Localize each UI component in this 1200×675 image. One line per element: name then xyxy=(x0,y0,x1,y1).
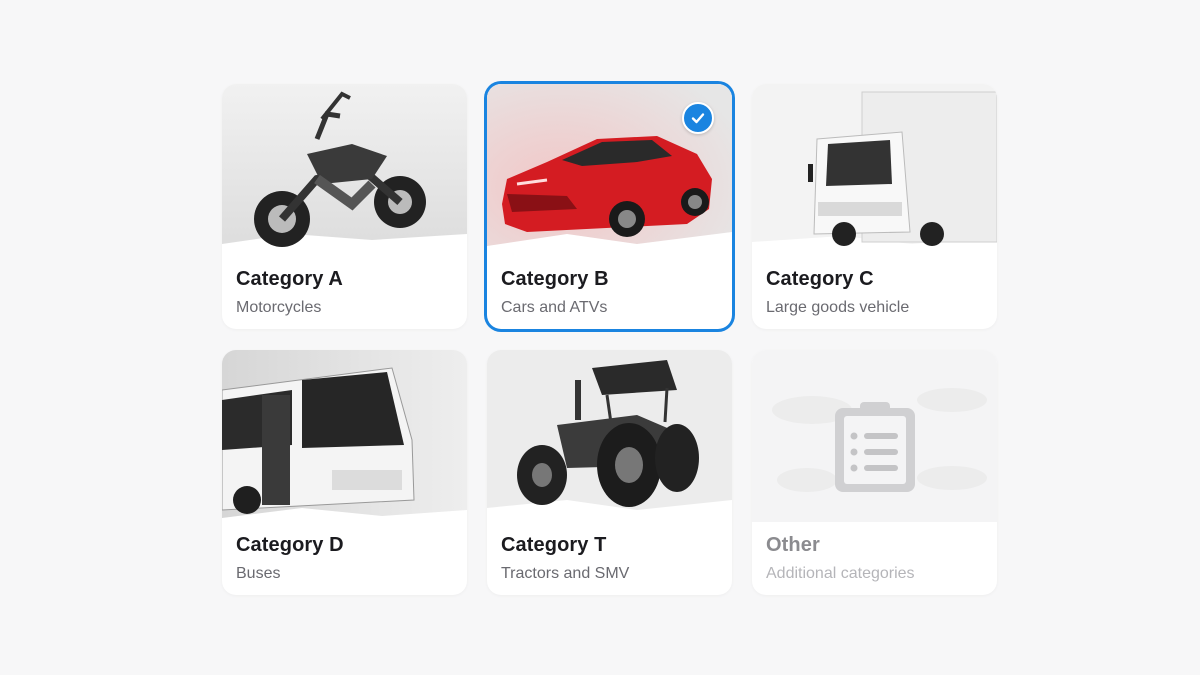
category-card-b[interactable]: Category B Cars and ATVs xyxy=(487,84,732,329)
category-subtitle: Motorcycles xyxy=(236,299,322,316)
truck-image xyxy=(752,84,997,256)
category-card-a[interactable]: Category A Motorcycles xyxy=(222,84,467,329)
category-subtitle: Cars and ATVs xyxy=(501,299,608,316)
category-title: Category A xyxy=(236,268,343,290)
category-subtitle: Large goods vehicle xyxy=(766,299,910,316)
category-subtitle: Tractors and SMV xyxy=(501,565,630,582)
selected-check-icon xyxy=(682,102,714,134)
category-title: Other xyxy=(766,534,820,556)
category-card-other[interactable]: Other Additional categories xyxy=(752,350,997,595)
tractor-image xyxy=(487,350,732,522)
motorcycle-image xyxy=(222,84,467,256)
category-title: Category T xyxy=(501,534,607,556)
category-title: Category C xyxy=(766,268,874,290)
category-card-c[interactable]: Category C Large goods vehicle xyxy=(752,84,997,329)
category-card-d[interactable]: Category D Buses xyxy=(222,350,467,595)
category-title: Category B xyxy=(501,268,609,290)
category-grid: Category A Motorcycles Category B Cars a… xyxy=(222,84,999,595)
category-title: Category D xyxy=(236,534,344,556)
category-subtitle: Buses xyxy=(236,565,281,582)
category-card-t[interactable]: Category T Tractors and SMV xyxy=(487,350,732,595)
clipboard-list-icon xyxy=(835,402,915,492)
category-subtitle: Additional categories xyxy=(766,565,915,582)
other-media xyxy=(752,350,997,522)
bus-image xyxy=(222,350,467,522)
